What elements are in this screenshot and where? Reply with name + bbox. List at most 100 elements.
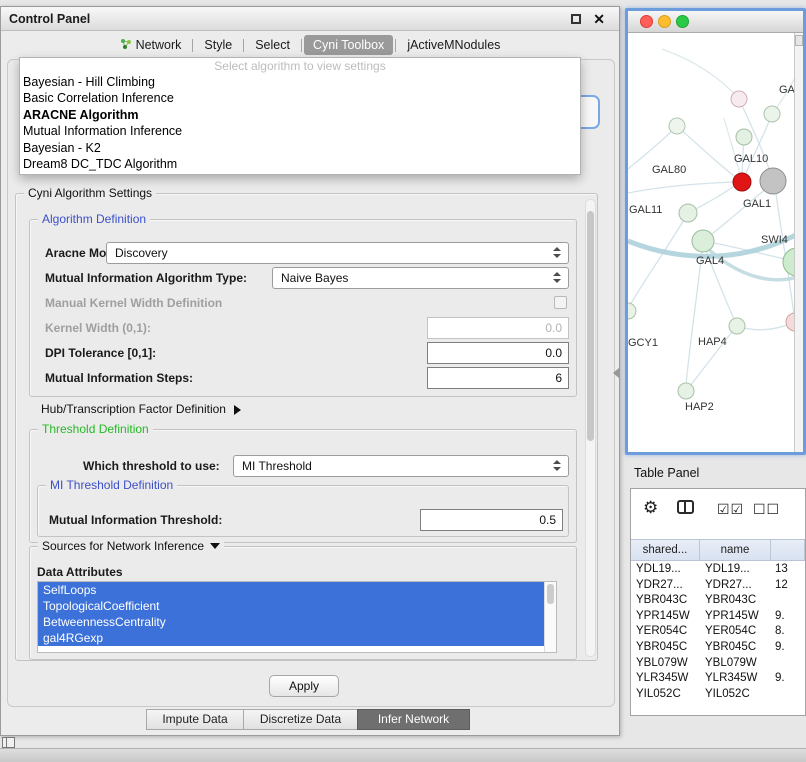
bottom-tab-discretize-data[interactable]: Discretize Data <box>243 709 358 730</box>
data-attributes-list: SelfLoopsTopologicalCoefficientBetweenne… <box>37 581 557 653</box>
mi-threshold-field[interactable]: 0.5 <box>420 509 563 531</box>
tab-select[interactable]: Select <box>246 35 299 55</box>
close-icon[interactable]: ✕ <box>593 7 605 31</box>
mi-steps-field[interactable]: 6 <box>427 367 569 389</box>
network-scrollbar-button[interactable] <box>795 35 803 46</box>
tab-style[interactable]: Style <box>195 35 241 55</box>
tab-cyni-toolbox[interactable]: Cyni Toolbox <box>304 35 393 55</box>
column-header-shared[interactable]: shared... <box>631 540 700 560</box>
attributes-scrollbar[interactable] <box>544 582 556 652</box>
control-panel-window: Control Panel ✕ Network Style Select Cyni T… <box>0 6 620 736</box>
tab-separator <box>301 39 302 52</box>
which-threshold-select[interactable]: MI Threshold <box>233 455 569 477</box>
algorithm-option-basic-correlation-inference[interactable]: Basic Correlation Inference <box>20 90 580 106</box>
table-cell: 9. <box>771 609 805 625</box>
bottom-tab-infer-network[interactable]: Infer Network <box>357 709 470 730</box>
settings-scrollbar[interactable] <box>585 199 596 657</box>
algorithm-option-mutual-information-inference[interactable]: Mutual Information Inference <box>20 123 580 139</box>
collapse-down-icon <box>210 543 220 549</box>
attributes-scrollbar-thumb[interactable] <box>547 584 554 604</box>
table-cell: YIL052C <box>631 687 700 703</box>
network-edge <box>703 189 766 241</box>
bottom-tab-impute-data[interactable]: Impute Data <box>146 709 244 730</box>
network-edge <box>630 213 688 305</box>
zoom-traffic-light-icon[interactable] <box>676 15 689 28</box>
table-body: YDL19...YDL19...13YDR27...YDR27...12YBR0… <box>631 562 805 715</box>
table-header-row: shared...name <box>631 539 805 561</box>
aracne-mode-select[interactable]: Discovery <box>106 242 569 264</box>
network-node[interactable] <box>736 129 752 145</box>
network-node[interactable] <box>628 303 636 319</box>
table-cell: YDR27... <box>700 578 771 594</box>
attribute-item-topologicalcoefficient[interactable]: TopologicalCoefficient <box>38 598 544 614</box>
network-node[interactable] <box>729 318 745 334</box>
restore-panel-icon[interactable] <box>2 737 15 748</box>
table-cell: YDL19... <box>631 562 700 578</box>
gray-node[interactable] <box>760 168 786 194</box>
hub-definition-expander[interactable]: Hub/Transcription Factor Definition <box>41 402 241 416</box>
tab-label: Network <box>136 38 182 52</box>
table-row[interactable]: YER054CYER054C8. <box>631 624 805 640</box>
attribute-item-gal4rgexp[interactable]: gal4RGexp <box>38 630 544 646</box>
column-header-extra[interactable] <box>771 540 805 560</box>
table-row[interactable]: YDL19...YDL19...13 <box>631 562 805 578</box>
settings-scrollbar-thumb[interactable] <box>587 211 594 441</box>
panel-title: Control Panel <box>9 7 90 31</box>
network-node[interactable] <box>764 106 780 122</box>
table-row[interactable]: YDR27...YDR27...12 <box>631 578 805 594</box>
table-row[interactable]: YBL079WYBL079W <box>631 656 805 672</box>
manual-kernel-checkbox[interactable] <box>554 296 567 309</box>
attribute-item-selfloops[interactable]: SelfLoops <box>38 582 544 598</box>
algorithm-option-aracne-algorithm[interactable]: ARACNE Algorithm <box>20 107 580 123</box>
table-cell: YBL079W <box>631 656 700 672</box>
table-cell: 8. <box>771 624 805 640</box>
network-node[interactable] <box>731 91 747 107</box>
data-attributes-label: Data Attributes <box>37 564 123 580</box>
table-panel-window: ⚙ ☑☑ ☐☐ shared...name YDL19...YDL19...13… <box>630 488 806 716</box>
control-panel-tab-bar: Network Style Select Cyni ToolboxjActiveMNo… <box>1 33 619 57</box>
network-scrollbar[interactable] <box>794 33 803 452</box>
sources-group-title[interactable]: Sources for Network Inference <box>38 539 224 553</box>
close-traffic-light-icon[interactable] <box>640 15 653 28</box>
network-canvas[interactable]: GALGAL80GAL10GAL11GAL1SWI4GAL4GCY1HAP4HA… <box>628 33 803 452</box>
columns-icon[interactable] <box>677 497 694 517</box>
tab-separator <box>192 39 193 52</box>
apply-button[interactable]: Apply <box>269 675 339 697</box>
attribute-item-betweennesscentrality[interactable]: BetweennessCentrality <box>38 614 544 630</box>
table-cell: YIL052C <box>700 687 771 703</box>
splitter-collapse-icon[interactable] <box>613 368 619 378</box>
network-node[interactable] <box>669 118 685 134</box>
red-node[interactable] <box>733 173 751 191</box>
dpi-tolerance-field[interactable]: 0.0 <box>427 342 569 364</box>
table-row[interactable]: YLR345WYLR345W9. <box>631 671 805 687</box>
table-row[interactable]: YIL052CYIL052C <box>631 687 805 703</box>
hub-definition-label: Hub/Transcription Factor Definition <box>41 402 226 416</box>
node-label-gal10: GAL10 <box>734 153 768 165</box>
dpi-tolerance-label: DPI Tolerance [0,1]: <box>45 345 156 361</box>
minimize-traffic-light-icon[interactable] <box>658 15 671 28</box>
tab-jactivemnodules[interactable]: jActiveMNodules <box>398 35 509 55</box>
network-node[interactable] <box>692 230 714 252</box>
network-node[interactable] <box>679 204 697 222</box>
node-label-swi4: SWI4 <box>761 234 788 246</box>
tab-label: Select <box>255 38 290 52</box>
algorithm-option-bayesian-hill-climbing[interactable]: Bayesian - Hill Climbing <box>20 74 580 90</box>
column-header-name[interactable]: name <box>700 540 771 560</box>
chevron-updown-icon <box>553 272 562 283</box>
table-row[interactable]: YBR043CYBR043C <box>631 593 805 609</box>
gear-icon[interactable]: ⚙ <box>643 498 658 518</box>
mi-type-select[interactable]: Naive Bayes <box>272 267 569 289</box>
network-window-titlebar <box>628 11 803 33</box>
table-row[interactable]: YPR145WYPR145W9. <box>631 609 805 625</box>
table-row[interactable]: YBR045CYBR045C9. <box>631 640 805 656</box>
algorithm-option-dream8-dc-tdc-algorithm[interactable]: Dream8 DC_TDC Algorithm <box>20 156 580 172</box>
kernel-width-field[interactable]: 0.0 <box>427 317 569 339</box>
float-window-icon[interactable] <box>571 14 581 24</box>
table-cell: YBL079W <box>700 656 771 672</box>
network-node[interactable] <box>678 383 694 399</box>
unchecked-columns-icon[interactable]: ☐☐ <box>753 501 780 518</box>
mi-steps-label: Mutual Information Steps: <box>45 370 193 386</box>
checked-columns-icon[interactable]: ☑☑ <box>717 501 744 518</box>
tab-network[interactable]: Network <box>111 35 191 56</box>
algorithm-option-bayesian-k2[interactable]: Bayesian - K2 <box>20 140 580 156</box>
